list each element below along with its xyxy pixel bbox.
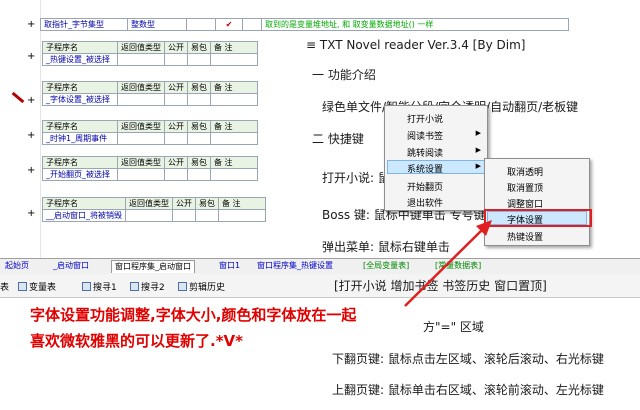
annotation-arrow xyxy=(404,220,492,307)
